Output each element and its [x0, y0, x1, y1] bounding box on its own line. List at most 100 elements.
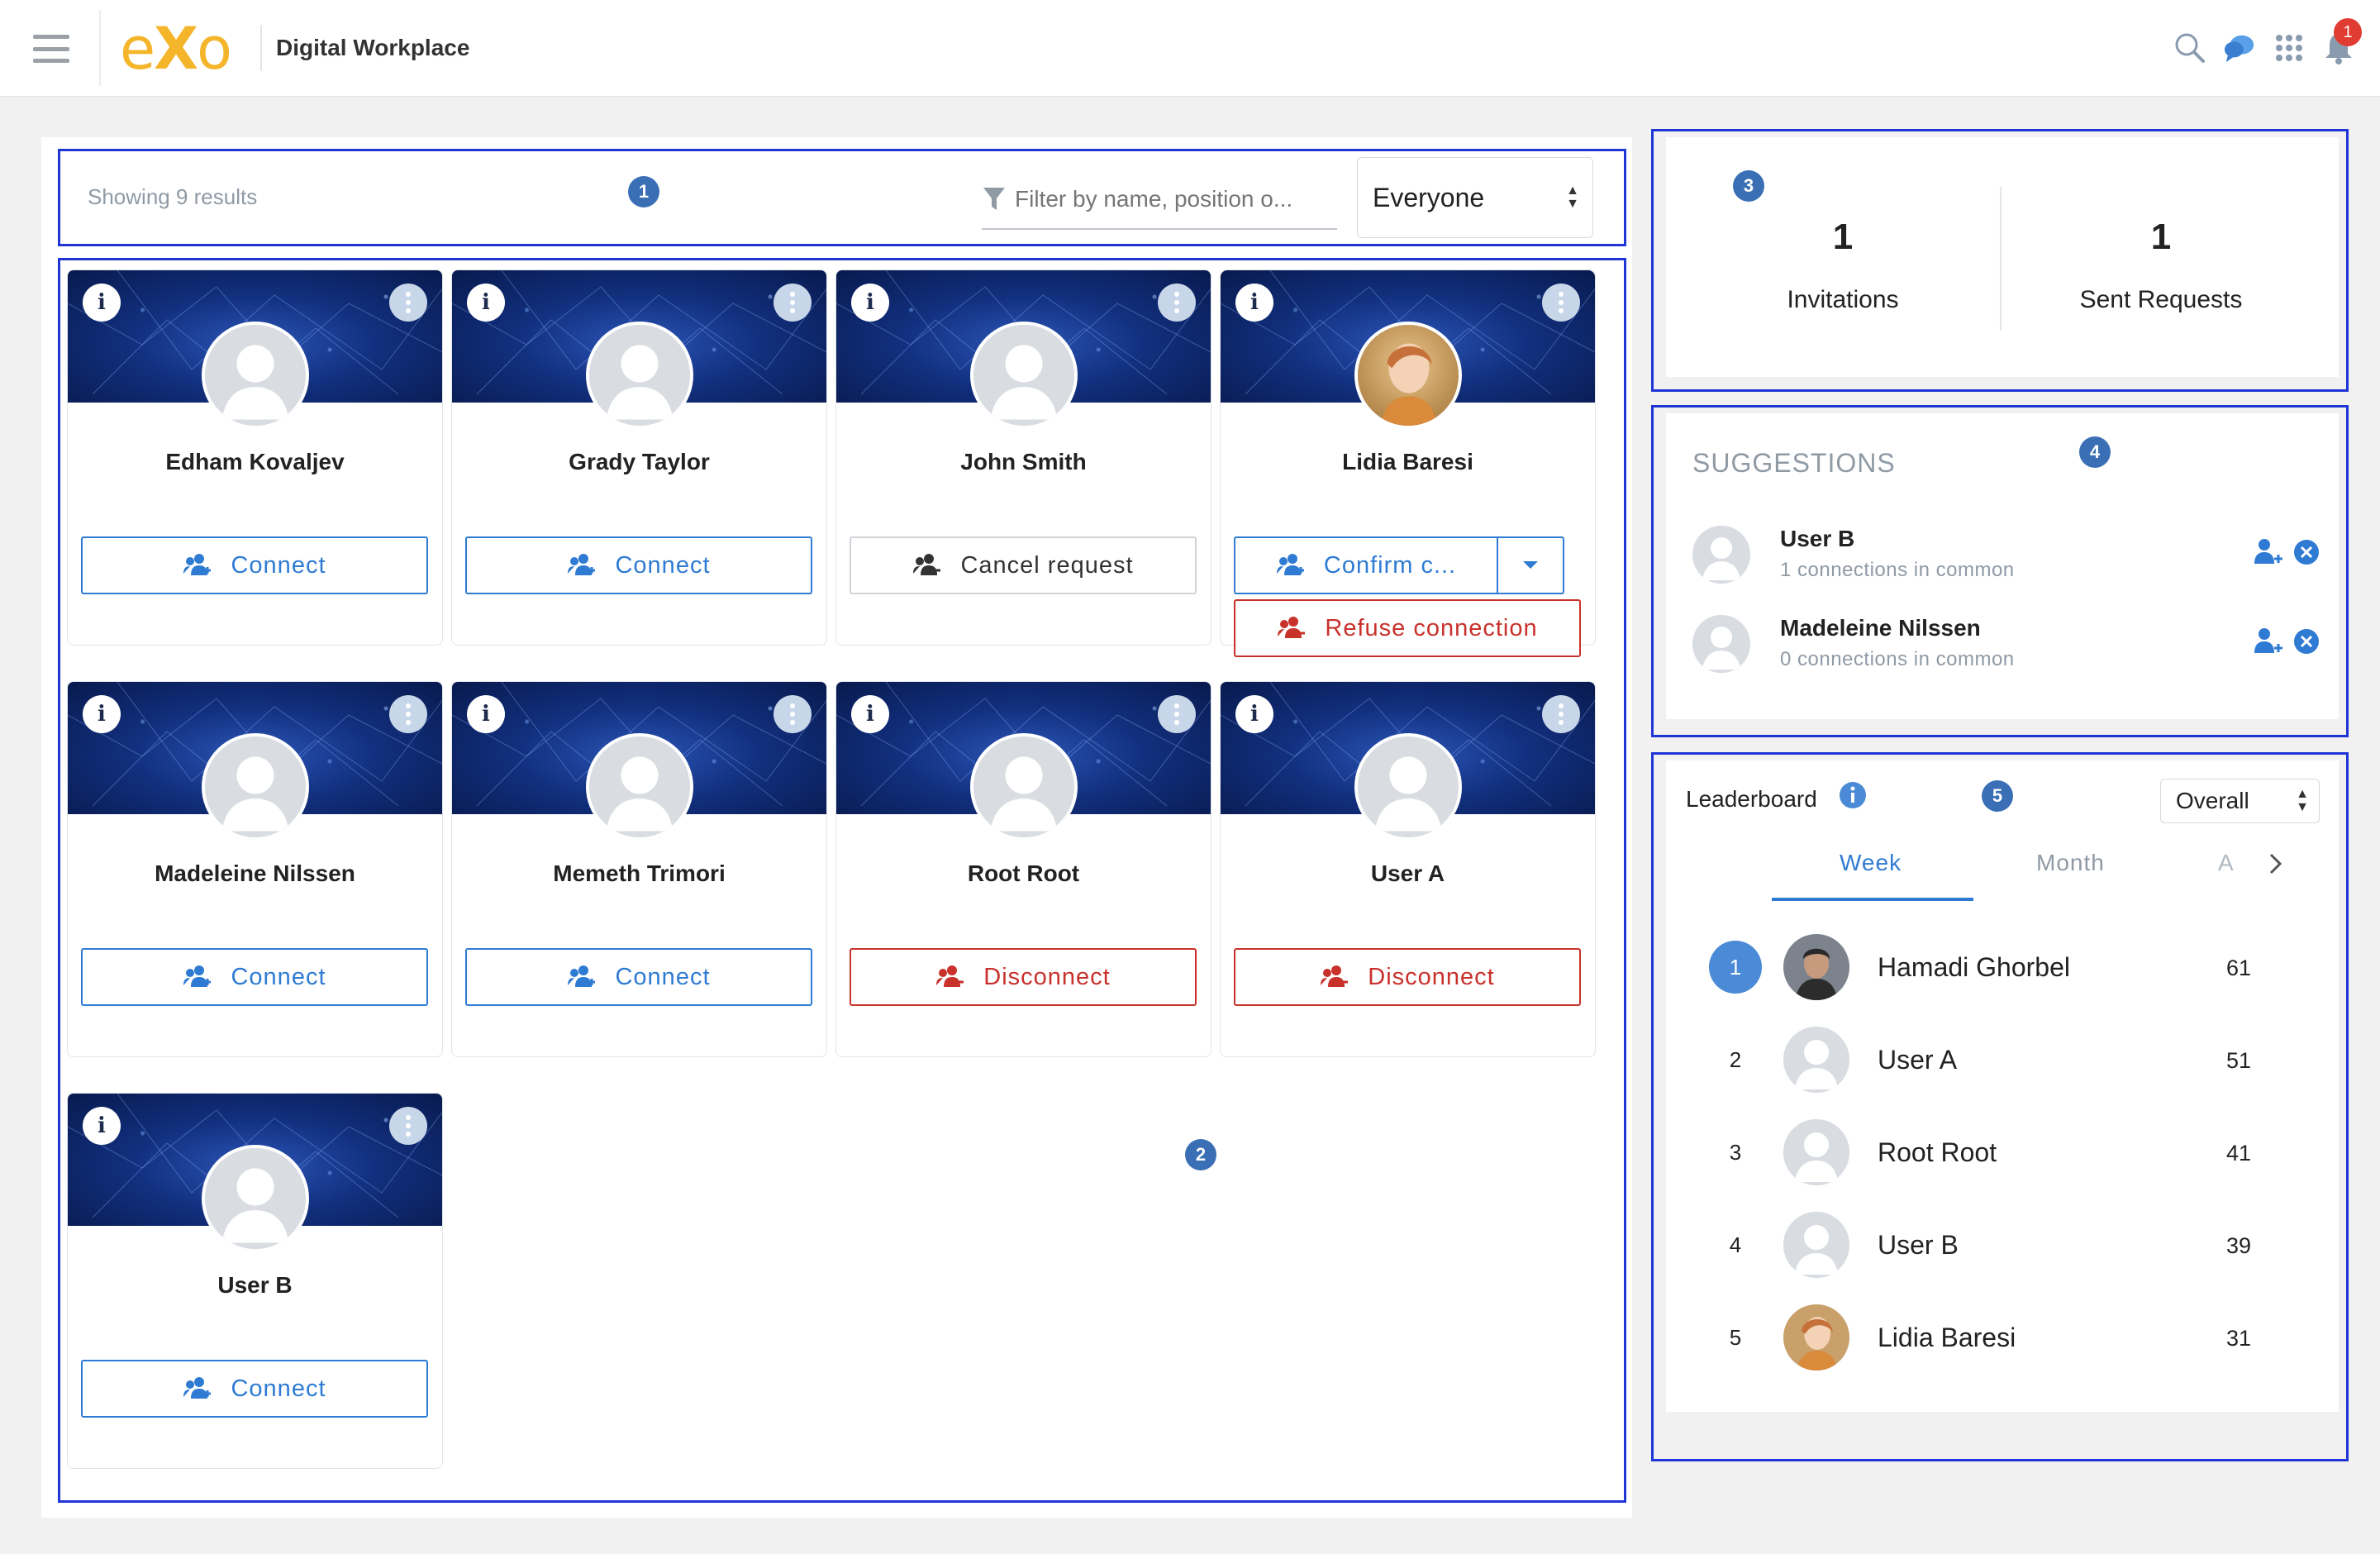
leaderboard-row[interactable]: 1 Hamadi Ghorbel 61: [1709, 924, 2287, 1000]
filter-input[interactable]: [1015, 186, 1329, 212]
invitations-label[interactable]: Invitations: [1719, 286, 1967, 314]
tab-all[interactable]: A: [2218, 850, 2235, 876]
info-icon[interactable]: i: [851, 695, 889, 733]
avatar[interactable]: [586, 733, 693, 841]
refuse-connection-button[interactable]: Refuse connection: [1234, 599, 1581, 657]
info-icon[interactable]: i: [83, 695, 121, 733]
people-type-select-value: Everyone: [1373, 182, 1485, 212]
add-user-icon[interactable]: [2253, 627, 2284, 656]
results-count: Showing 9 results: [88, 184, 258, 209]
connect-button[interactable]: Connect: [465, 536, 812, 594]
avatar[interactable]: [1783, 1027, 1849, 1093]
chat-icon[interactable]: [2223, 30, 2256, 66]
close-icon[interactable]: [2292, 538, 2320, 566]
suggestion-name[interactable]: User B: [1780, 526, 1854, 552]
avatar[interactable]: [202, 1145, 309, 1252]
more-options-icon[interactable]: [1542, 284, 1580, 322]
info-icon[interactable]: i: [83, 1107, 121, 1145]
info-icon[interactable]: i: [467, 284, 505, 322]
add-user-icon: [183, 965, 212, 987]
avatar[interactable]: [970, 733, 1078, 841]
leaderboard-name[interactable]: Root Root: [1878, 1137, 1997, 1168]
disconnect-button-label: Disconnect: [1368, 963, 1495, 990]
tab-week[interactable]: Week: [1840, 850, 1902, 876]
card-name[interactable]: User B: [68, 1272, 442, 1299]
sent-requests-count[interactable]: 1: [2037, 217, 2285, 258]
add-user-icon: [183, 554, 212, 575]
card-name[interactable]: Edham Kovaljev: [68, 449, 442, 475]
leaderboard-points: 41: [2226, 1141, 2252, 1166]
people-type-select[interactable]: Everyone ▲ ▼: [1357, 157, 1593, 238]
info-icon[interactable]: i: [1235, 284, 1273, 322]
connect-button[interactable]: Connect: [465, 948, 812, 1006]
avatar[interactable]: [970, 322, 1078, 429]
more-options-icon[interactable]: [389, 284, 427, 322]
info-icon[interactable]: i: [467, 695, 505, 733]
divider: [2000, 187, 2002, 331]
chevron-down-icon[interactable]: [1497, 536, 1564, 594]
search-icon[interactable]: [2173, 30, 2206, 66]
card-name[interactable]: Memeth Trimori: [452, 860, 826, 887]
suggestion-name[interactable]: Madeleine Nilssen: [1780, 615, 1981, 641]
leaderboard-row[interactable]: 4 User B 39: [1709, 1202, 2287, 1278]
avatar[interactable]: [1783, 1119, 1849, 1185]
avatar[interactable]: [202, 733, 309, 841]
leaderboard-name[interactable]: User B: [1878, 1230, 1959, 1261]
avatar[interactable]: [586, 322, 693, 429]
hamburger-menu-icon[interactable]: [33, 35, 69, 63]
suggestion-item: User B 1 connections in common: [1692, 521, 2320, 587]
bell-icon[interactable]: 1: [2322, 18, 2362, 66]
leaderboard-row[interactable]: 5 Lidia Baresi 31: [1709, 1294, 2287, 1370]
avatar-photo[interactable]: [1783, 934, 1849, 1000]
more-options-icon[interactable]: [1158, 695, 1196, 733]
avatar-photo[interactable]: [1354, 322, 1462, 429]
card-name[interactable]: John Smith: [836, 449, 1211, 475]
avatar[interactable]: [1783, 1212, 1849, 1278]
cancel-request-button[interactable]: Cancel request: [850, 536, 1197, 594]
connect-button[interactable]: Connect: [81, 536, 428, 594]
invitations-count[interactable]: 1: [1719, 217, 1967, 258]
leaderboard-name[interactable]: User A: [1878, 1045, 1957, 1075]
confirm-connection-button[interactable]: Confirm c...: [1234, 536, 1497, 594]
leaderboard-name[interactable]: Lidia Baresi: [1878, 1323, 2016, 1353]
info-icon[interactable]: i: [851, 284, 889, 322]
connect-button-label: Connect: [231, 551, 326, 579]
add-user-icon[interactable]: [2253, 537, 2284, 567]
info-icon[interactable]: i: [1235, 695, 1273, 733]
more-options-icon[interactable]: [1542, 695, 1580, 733]
leaderboard-name[interactable]: Hamadi Ghorbel: [1878, 952, 2070, 983]
leaderboard-row[interactable]: 3 Root Root 41: [1709, 1109, 2287, 1185]
exo-logo[interactable]: eXo: [120, 15, 232, 83]
avatar[interactable]: [1692, 526, 1750, 584]
info-icon[interactable]: i: [83, 284, 121, 322]
card-name[interactable]: Lidia Baresi: [1221, 449, 1595, 475]
more-options-icon[interactable]: [774, 695, 812, 733]
info-icon[interactable]: [1838, 780, 1868, 814]
more-options-icon[interactable]: [1158, 284, 1196, 322]
chevron-right-icon[interactable]: [2268, 851, 2284, 880]
more-options-icon[interactable]: [774, 284, 812, 322]
connect-button[interactable]: Connect: [81, 948, 428, 1006]
close-icon[interactable]: [2292, 627, 2320, 655]
more-options-icon[interactable]: [389, 695, 427, 733]
disconnect-button[interactable]: Disconnect: [1234, 948, 1581, 1006]
card-name[interactable]: Root Root: [836, 860, 1211, 887]
card-name[interactable]: Grady Taylor: [452, 449, 826, 475]
disconnect-button[interactable]: Disconnect: [850, 948, 1197, 1006]
sent-requests-label[interactable]: Sent Requests: [2037, 286, 2285, 314]
avatar-photo[interactable]: [1783, 1304, 1849, 1370]
card-name[interactable]: Madeleine Nilssen: [68, 860, 442, 887]
more-options-icon[interactable]: [389, 1107, 427, 1145]
filter-input-container[interactable]: [982, 170, 1337, 230]
leaderboard-row[interactable]: 2 User A 51: [1709, 1017, 2287, 1093]
tab-month[interactable]: Month: [2036, 850, 2105, 876]
rank-badge: 3: [1729, 1139, 1742, 1165]
apps-grid-icon[interactable]: [2273, 30, 2306, 66]
leaderboard-scope-select[interactable]: Overall ▲ ▼: [2160, 779, 2320, 823]
avatar[interactable]: [202, 322, 309, 429]
avatar[interactable]: [1354, 733, 1462, 841]
people-card: i User B Connect: [67, 1093, 443, 1469]
avatar[interactable]: [1692, 615, 1750, 673]
connect-button[interactable]: Connect: [81, 1360, 428, 1418]
card-name[interactable]: User A: [1221, 860, 1595, 887]
